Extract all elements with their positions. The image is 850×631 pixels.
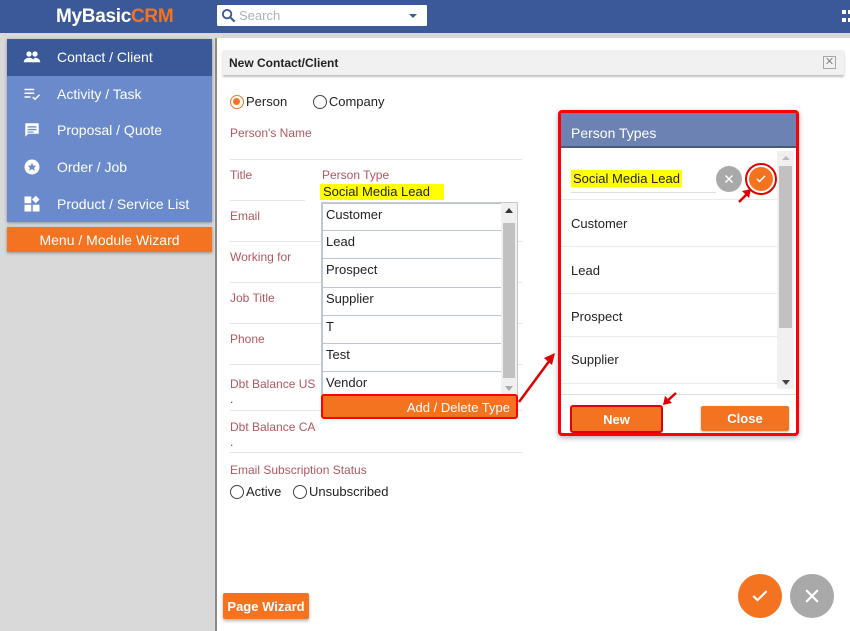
dropdown-option[interactable]: Prospect [322, 259, 502, 288]
scroll-down-icon[interactable] [505, 386, 513, 391]
checklist-icon [7, 85, 57, 103]
app-logo[interactable]: MyBasicCRM [56, 6, 174, 28]
radio-person[interactable]: Person [230, 94, 287, 109]
cancel-button[interactable] [790, 574, 834, 618]
person-type-dropdown: Customer Lead Prospect Supplier T Test V… [321, 202, 518, 402]
search-dropdown-caret-icon[interactable] [409, 14, 417, 18]
radio-label: Active [246, 484, 282, 499]
dropdown-option[interactable]: Test [322, 343, 502, 373]
chat-icon [7, 121, 57, 139]
radio-unselected-icon [293, 484, 308, 499]
dropdown-option[interactable]: Customer [322, 203, 502, 232]
check-icon [756, 175, 766, 183]
panel-header: New Contact/Client ✕ [223, 50, 844, 75]
radio-selected-icon [230, 94, 244, 109]
star-icon [7, 158, 57, 176]
entity-type-group: Person Company [230, 94, 384, 112]
sidebar-item-label: Order / Job [57, 159, 128, 176]
save-button[interactable] [738, 574, 782, 618]
menu-module-wizard-button[interactable]: Menu / Module Wizard [7, 227, 212, 252]
persons-name-field[interactable]: Person's Name [230, 126, 312, 140]
list-item-partial[interactable] [561, 383, 777, 393]
scroll-up-icon[interactable] [505, 208, 513, 213]
scroll-up-icon[interactable] [782, 156, 790, 160]
sidebar-item-order-job[interactable]: Order / Job [7, 149, 212, 186]
confirm-edit-button[interactable] [745, 163, 777, 195]
divider [230, 159, 522, 160]
email-field[interactable]: Email [230, 209, 260, 223]
dropdown-option[interactable]: Supplier [322, 287, 502, 316]
dialog-footer: New Close [561, 394, 796, 434]
close-icon[interactable]: ✕ [823, 56, 836, 69]
new-type-button[interactable]: New [570, 405, 663, 433]
working-for-field[interactable]: Working for [230, 250, 291, 264]
people-icon [7, 48, 57, 66]
sidebar-item-product-service-list[interactable]: Product / Service List [7, 185, 212, 222]
list-item[interactable]: Supplier [561, 336, 777, 383]
scroll-down-icon[interactable] [782, 380, 790, 385]
dbt-balance-us-value: . [230, 392, 234, 406]
divider [230, 200, 305, 201]
sidebar-item-label: Proposal / Quote [57, 122, 163, 139]
person-type-label: Person Type [322, 168, 390, 182]
dropdown-option[interactable]: Lead [322, 231, 502, 260]
page-wizard-button[interactable]: Page Wizard [223, 593, 309, 619]
person-type-value[interactable]: Social Media Lead [320, 184, 444, 200]
sidebar-item-activity-task[interactable]: Activity / Task [7, 76, 212, 113]
close-icon [805, 589, 819, 603]
dbt-balance-us-field[interactable]: Dbt Balance US [230, 377, 315, 391]
radio-company[interactable]: Company [312, 94, 385, 109]
new-type-input[interactable]: Social Media Lead [571, 170, 716, 193]
dbt-balance-ca-field[interactable]: Dbt Balance CA [230, 420, 315, 434]
apps-grid-icon[interactable] [842, 10, 850, 24]
close-dialog-button[interactable]: Close [701, 406, 789, 431]
sidebar-item-label: Activity / Task [57, 85, 142, 102]
radio-label: Unsubscribed [309, 484, 389, 499]
close-icon [724, 174, 734, 184]
scroll-thumb[interactable] [779, 166, 792, 328]
search-icon [221, 8, 236, 23]
scroll-thumb[interactable] [503, 223, 515, 378]
subscription-group: Active Unsubscribed [230, 484, 389, 502]
search-input[interactable]: Search [217, 5, 427, 26]
dropdown-scrollbar[interactable] [501, 203, 517, 401]
sidebar: Contact / Client Activity / Task Proposa… [7, 39, 212, 222]
title-field[interactable]: Title [230, 168, 252, 182]
phone-field[interactable]: Phone [230, 332, 265, 346]
sidebar-item-contact-client[interactable]: Contact / Client [7, 39, 212, 76]
divider [230, 452, 522, 453]
add-delete-type-button[interactable]: Add / Delete Type [321, 394, 518, 419]
widgets-icon [7, 195, 57, 213]
radio-unselected-icon [230, 484, 244, 499]
email-subscription-label: Email Subscription Status [230, 463, 367, 477]
sidebar-item-label: Product / Service List [57, 195, 190, 212]
dialog-scrollbar[interactable] [777, 151, 794, 389]
person-types-dialog: Person Types Social Media Lead Customer … [558, 110, 799, 436]
top-bar: MyBasicCRM Search [0, 0, 850, 33]
new-type-value: Social Media Lead [571, 170, 682, 187]
job-title-field[interactable]: Job Title [230, 291, 275, 305]
logo-main-text: MyBasic [56, 6, 131, 27]
radio-label: Company [328, 94, 385, 109]
radio-label: Person [246, 94, 288, 109]
search-placeholder: Search [239, 8, 281, 23]
radio-unsubscribed[interactable]: Unsubscribed [293, 484, 389, 499]
list-item[interactable]: Customer [561, 199, 777, 246]
sidebar-item-proposal-quote[interactable]: Proposal / Quote [7, 112, 212, 149]
list-item[interactable]: Lead [561, 246, 777, 293]
person-types-list: Social Media Lead Customer Lead Prospect… [561, 148, 796, 393]
dbt-balance-ca-value: . [230, 435, 234, 449]
cancel-edit-button[interactable] [716, 166, 742, 192]
dialog-title: Person Types [561, 113, 796, 148]
check-icon [752, 590, 768, 602]
panel-title: New Contact/Client [229, 56, 339, 70]
list-item[interactable]: Prospect [561, 293, 777, 336]
logo-accent-text: CRM [131, 6, 174, 27]
radio-unselected-icon [312, 94, 327, 109]
dropdown-option[interactable]: T [322, 315, 502, 344]
sidebar-item-label: Contact / Client [57, 49, 153, 66]
radio-active[interactable]: Active [230, 484, 281, 499]
